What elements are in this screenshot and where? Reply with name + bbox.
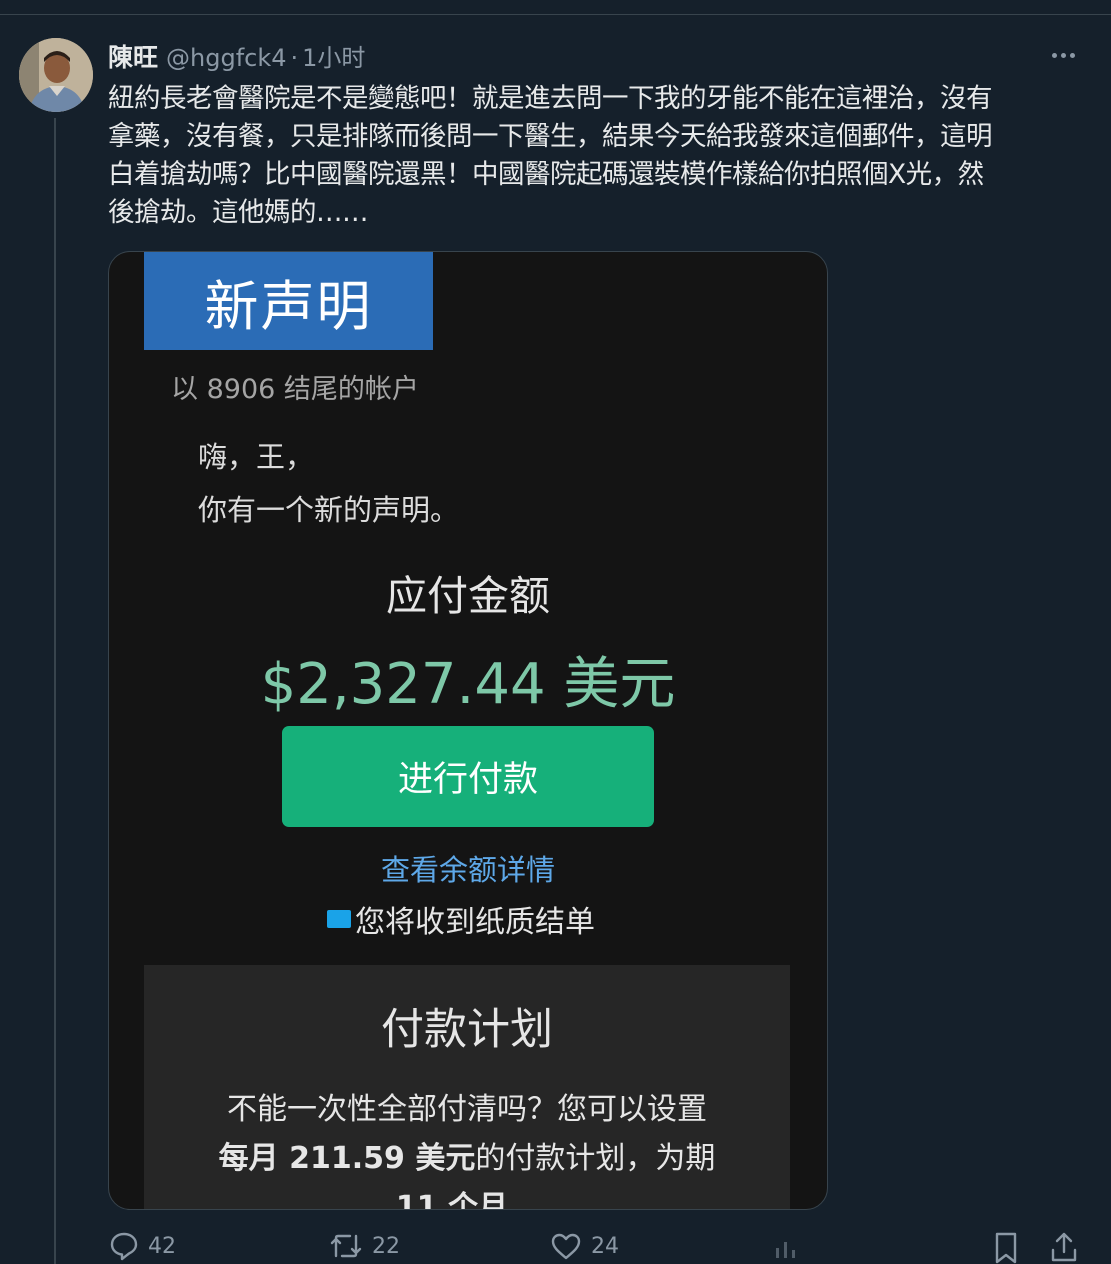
account-ending: 以 8906 结尾的帐户 [171,374,419,405]
like-button[interactable]: 24 [549,1230,619,1262]
payment-plan-text: 的付款计划，为期 [475,1141,716,1176]
tweet-text-line: 紐約長老會醫院是不是變態吧！就是進去問一下我的牙能不能在這裡治，沒有 [108,83,993,114]
tweet-text-line: 白着搶劫嗎？比中國醫院還黑！中國醫院起碼還裝模作樣給你拍照個X光，然 [108,159,984,190]
greeting: 嗨，王， [198,440,315,474]
attached-image[interactable]: 新声明 以 8906 结尾的帐户 嗨，王， 你有一个新的声明。 应付金额 $2,… [108,251,828,1210]
payment-plan-title: 付款计划 [381,1005,553,1055]
reply-icon [110,1232,138,1261]
views-button[interactable] [770,1230,880,1262]
separator-dot: · [290,44,299,72]
retweet-count: 22 [372,1233,400,1259]
paper-statement-row: 您将收到纸质结单 [327,897,595,941]
author-handle[interactable]: @hggfck4 [166,44,287,72]
payment-plan-line: 每月 211.59 美元的付款计划，为期 [144,1133,790,1177]
reply-button[interactable]: 42 [108,1230,176,1262]
retweet-icon [330,1234,362,1258]
statement-banner: 新声明 [144,252,433,350]
more-options-icon[interactable] [1046,40,1080,70]
bookmark-button[interactable] [990,1230,1022,1264]
tweet-text: 紐約長老會醫院是不是變態吧！就是進去問一下我的牙能不能在這裡治，沒有 拿藥，沒有… [108,80,1073,232]
view-balance-details-link: 查看余额详情 [380,853,555,887]
monthly-amount: 每月 211.59 美元 [218,1141,476,1176]
retweet-button[interactable]: 22 [328,1230,400,1262]
checkbox-icon [327,910,351,928]
author-name[interactable]: 陳旺 [108,38,158,74]
payment-plan-line: 不能一次性全部付清吗？您可以设置 [227,1092,707,1127]
share-icon [1051,1232,1077,1262]
make-payment-button: 进行付款 [282,726,654,827]
share-button[interactable] [1048,1230,1080,1264]
payment-plan-line: 11 个月。 [395,1190,539,1210]
new-statement-text: 你有一个新的声明。 [198,493,460,527]
tweet-text-line: 後搶劫。這他媽的…… [108,197,369,228]
avatar[interactable] [19,38,93,112]
views-icon [776,1242,795,1258]
tweet-actions: 42 22 24 [0,1230,1111,1264]
like-count: 24 [591,1233,619,1259]
paper-statement-label: 您将收到纸质结单 [355,905,595,940]
payment-plan-box: 付款计划 不能一次性全部付清吗？您可以设置 每月 211.59 美元的付款计划，… [144,965,790,1210]
timestamp[interactable]: 1小时 [302,38,365,73]
heart-icon [551,1233,581,1260]
amount-due-label: 应付金额 [386,572,550,620]
bookmark-icon [995,1232,1017,1264]
reply-count: 42 [148,1233,176,1259]
thread-line [54,118,56,1264]
top-divider [0,14,1111,15]
tweet-header: 陳旺 @hggfck4 · 1小时 [108,38,365,72]
tweet-text-line: 拿藥，沒有餐，只是排隊而後問一下醫生，結果今天給我發來這個郵件，這明 [108,121,993,152]
amount-due-value: $2,327.44 美元 [260,652,676,717]
